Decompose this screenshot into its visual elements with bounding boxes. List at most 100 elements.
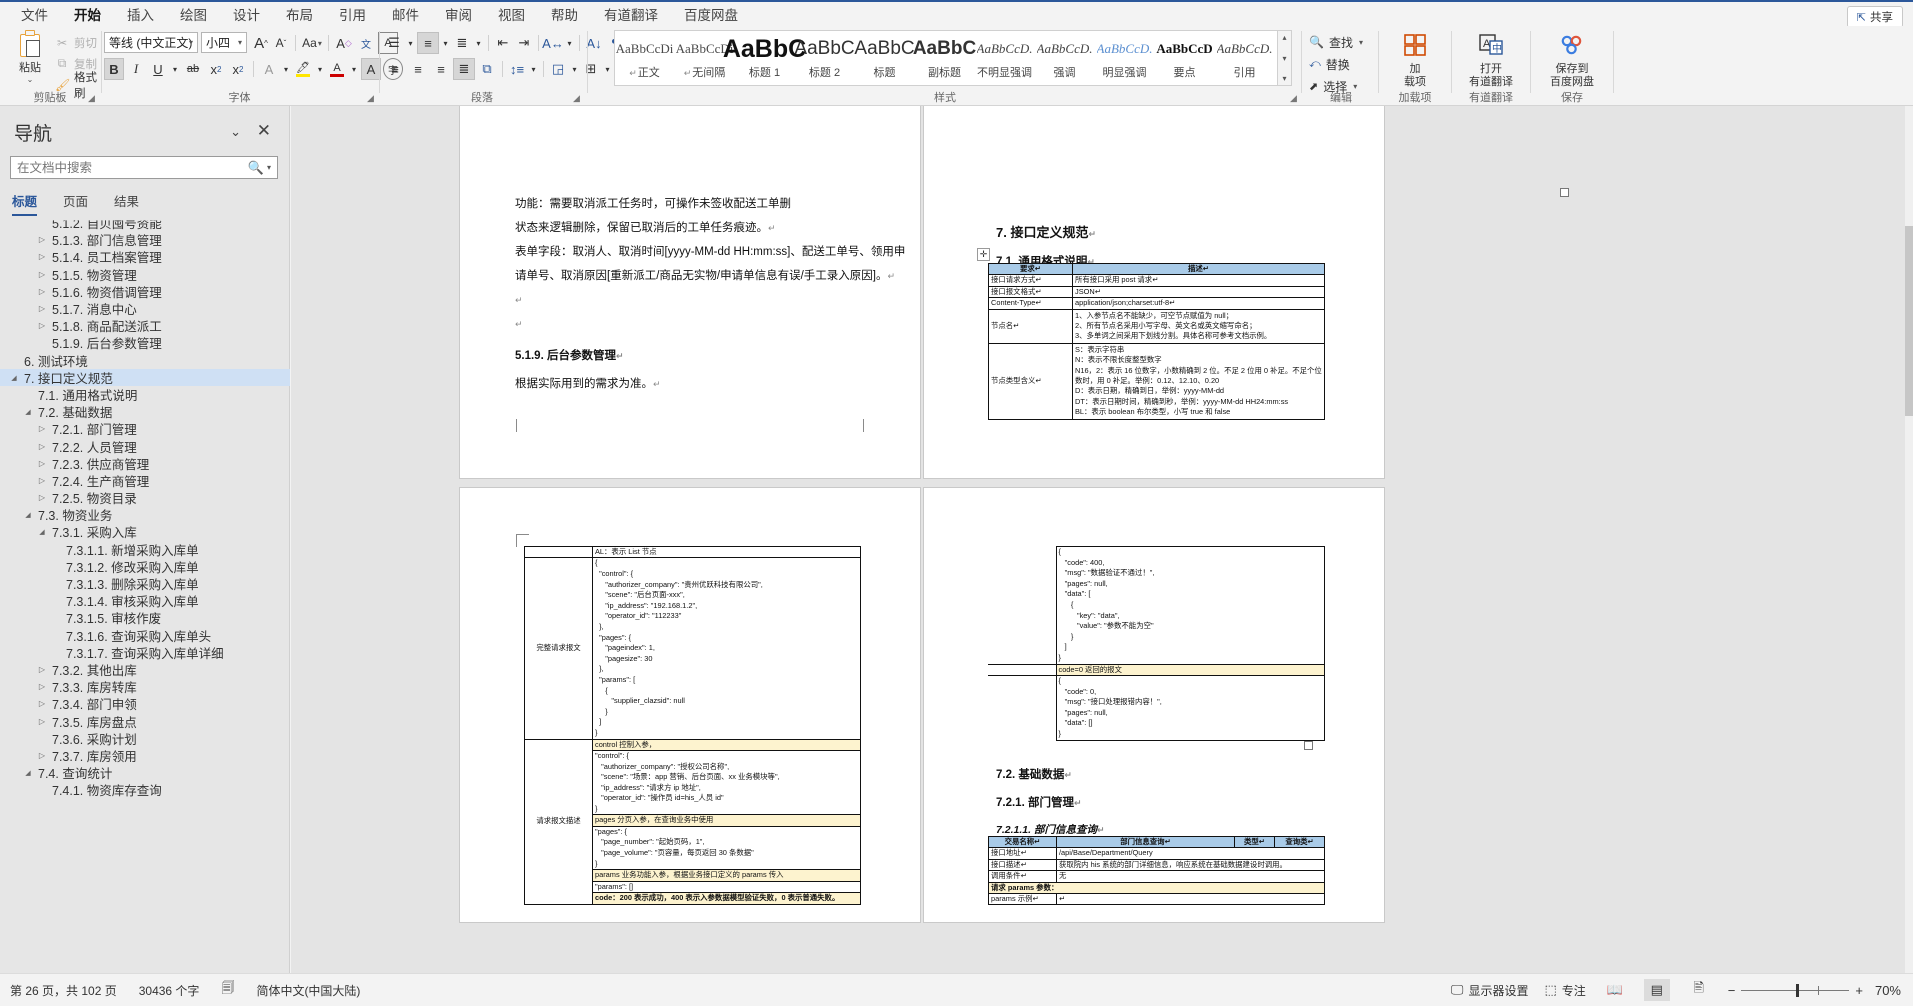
chevron-down-icon[interactable]: ▾: [267, 163, 277, 172]
font-name-box[interactable]: 等线 (中文正文) ▾: [104, 32, 198, 53]
chevron-down-icon[interactable]: ⌄: [230, 124, 241, 140]
table-row[interactable]: 接口地址↵/api/Base/Department/Query: [988, 847, 1325, 860]
chevron-down-icon[interactable]: ⌄: [8, 75, 52, 84]
scrollbar-thumb[interactable]: [1905, 226, 1913, 416]
italic-button[interactable]: I: [126, 58, 146, 80]
chevron-down-icon[interactable]: ▾: [569, 58, 580, 80]
shrink-font-button[interactable]: Aˇ: [272, 32, 290, 54]
underline-button[interactable]: U: [148, 58, 168, 80]
tab-insert[interactable]: 插入: [114, 1, 167, 28]
table-row[interactable]: { "code": 0, "msg": "接口处理报错内容！", "pages"…: [988, 674, 1325, 741]
print-layout-button[interactable]: ▤: [1643, 979, 1670, 1001]
nav-item-22[interactable]: 7.3.1.3. 删除采购入库单: [0, 575, 290, 592]
nav-item-15[interactable]: 7.2.3. 供应商管理: [0, 455, 290, 472]
zoom-level[interactable]: 70%: [1875, 983, 1901, 998]
nav-item-21[interactable]: 7.3.1.2. 修改采购入库单: [0, 558, 290, 575]
table-move-handle[interactable]: ✛: [977, 248, 990, 261]
nav-tab-headings[interactable]: 标题: [12, 191, 38, 216]
share-button[interactable]: ⇱ 共享: [1846, 6, 1903, 28]
paragraph-dialog-launcher[interactable]: ◢: [573, 93, 580, 104]
nav-item-31[interactable]: 7.3.6. 采购计划: [0, 730, 290, 747]
styles-more-icon[interactable]: ▾: [1282, 74, 1286, 83]
chevron-down-icon[interactable]: ▾: [564, 32, 575, 54]
table-row[interactable]: 调用条件↵ 无: [988, 870, 1325, 883]
language-indicator[interactable]: 简体中文(中国大陆): [256, 982, 360, 999]
document-page-bottom-left[interactable]: AL：表示 List 节点 完整请求报文 { "control": { "aut…: [460, 488, 920, 922]
nav-item-17[interactable]: 7.2.5. 物资目录: [0, 489, 290, 506]
styles-dialog-launcher[interactable]: ◢: [1290, 93, 1297, 104]
table-row[interactable]: 请求 params 参数：: [988, 881, 1325, 895]
nav-item-19[interactable]: 7.3.1. 采购入库: [0, 523, 290, 540]
search-input[interactable]: [11, 160, 245, 175]
tab-review[interactable]: 审阅: [432, 1, 485, 28]
chevron-down-icon[interactable]: ▾: [238, 38, 242, 47]
twisty-closed-icon[interactable]: [36, 321, 48, 330]
open-youdao-button[interactable]: A 中 打开 有道翻译: [1464, 30, 1518, 88]
word-count[interactable]: 30436 个字: [139, 982, 200, 999]
zoom-slider[interactable]: − + 70%: [1728, 983, 1901, 998]
table-row[interactable]: 接口请求方式↵ 所有接口采用 post 请求↵: [988, 274, 1325, 287]
twisty-closed-icon[interactable]: [36, 270, 48, 279]
shading-icon[interactable]: ◲: [548, 58, 568, 80]
find-button[interactable]: 🔍 查找 ▾: [1309, 31, 1363, 53]
style-item-7[interactable]: AaBbCcD. 不明显强调: [975, 31, 1035, 85]
twisty-closed-icon[interactable]: [36, 424, 48, 433]
highlight-color-icon[interactable]: 🖊: [293, 58, 313, 80]
table-row[interactable]: code=0 返回的报文: [988, 663, 1325, 676]
table-row[interactable]: params 示例↵ ↵: [988, 893, 1325, 906]
superscript-button[interactable]: x2: [228, 58, 248, 80]
general-format-table[interactable]: 要求↵ 描述↵ 接口请求方式↵ 所有接口采用 post 请求↵ 接口报文格式↵ JSON↵…: [988, 262, 1325, 420]
style-item-8[interactable]: AaBbCcD. 强调: [1035, 31, 1095, 85]
scroll-down-icon[interactable]: ▾: [1282, 54, 1286, 63]
style-item-11[interactable]: AaBbCcD. 引用: [1215, 31, 1275, 85]
twisty-closed-icon[interactable]: [36, 751, 48, 760]
zoom-in-button[interactable]: +: [1855, 983, 1863, 998]
style-item-10[interactable]: AaBbCcD 要点: [1155, 31, 1215, 85]
twisty-open-icon[interactable]: [22, 510, 34, 519]
table-row[interactable]: 节点名↵ 1、入参节点名不能缺少，可空节点赋值为 null； 2、所有节点名采用小…: [988, 308, 1325, 344]
twisty-closed-icon[interactable]: [36, 235, 48, 244]
bold-button[interactable]: B: [104, 58, 124, 80]
object-anchor-handle[interactable]: [1304, 741, 1313, 750]
search-icon[interactable]: 🔍: [245, 160, 267, 176]
chevron-down-icon[interactable]: ▾: [1359, 38, 1363, 47]
nav-item-11[interactable]: 7.1. 通用格式说明: [0, 386, 290, 403]
save-to-baidu-button[interactable]: 保存到 百度网盘: [1545, 30, 1599, 88]
nav-item-30[interactable]: 7.3.5. 库房盘点: [0, 712, 290, 730]
style-item-1[interactable]: AaBbCcDi ↵正文: [615, 31, 675, 85]
font-dialog-launcher[interactable]: ◢: [367, 93, 374, 104]
zoom-thumb[interactable]: [1796, 983, 1800, 997]
nav-item-2[interactable]: 5.1.3. 部门信息管理: [0, 231, 290, 248]
paste-button[interactable]: 粘贴 ⌄: [8, 30, 52, 84]
twisty-closed-icon[interactable]: [36, 252, 48, 261]
nav-item-33[interactable]: 7.4. 查询统计: [0, 764, 290, 781]
tab-references[interactable]: 引用: [326, 1, 379, 28]
table-row[interactable]: 接口描述↵ 获取院内 his 系统的部门详细信息，响应系统在基础数据建设时调用。: [988, 858, 1325, 872]
tab-view[interactable]: 视图: [485, 1, 538, 28]
twisty-closed-icon[interactable]: [36, 287, 48, 296]
document-page-bottom-right[interactable]: { "code": 400, "msg": "数据验证不通过！", "pages…: [924, 488, 1384, 922]
nav-item-24[interactable]: 7.3.1.5. 审核作废: [0, 609, 290, 626]
twisty-open-icon[interactable]: [36, 527, 48, 536]
style-item-6[interactable]: AaBbC 副标题: [913, 31, 976, 85]
chevron-down-icon[interactable]: ▾: [440, 32, 451, 54]
distribute-icon[interactable]: ⧉: [476, 58, 498, 80]
cut-button[interactable]: ✂ 剪切: [55, 32, 100, 53]
focus-mode-button[interactable]: ⬚ 专注: [1544, 982, 1585, 999]
page-indicator[interactable]: 第 26 页，共 102 页: [10, 982, 117, 999]
zoom-track[interactable]: [1741, 983, 1850, 997]
chevron-down-icon[interactable]: ▾: [189, 38, 193, 47]
table-row[interactable]: 完整请求报文 { "control": { "authorizer_compan…: [524, 557, 861, 740]
navigation-heading-tree[interactable]: 5.1.2. 自贝囤号资能 5.1.3. 部门信息管理 5.1.4. 员工档案管理 5…: [0, 214, 290, 971]
document-scrollbar[interactable]: [1905, 106, 1913, 973]
zoom-out-button[interactable]: −: [1728, 983, 1736, 998]
increase-indent-icon[interactable]: ⇥: [514, 32, 534, 54]
align-right-icon[interactable]: ≡: [430, 58, 452, 80]
proofing-icon[interactable]: 🗐: [221, 979, 234, 1001]
nav-item-20[interactable]: 7.3.1.1. 新增采购入库单: [0, 541, 290, 558]
strikethrough-button[interactable]: ab: [182, 58, 204, 80]
change-case-button[interactable]: Aa ▾: [301, 32, 323, 54]
nav-item-3[interactable]: 5.1.4. 员工档案管理: [0, 248, 290, 265]
styles-gallery[interactable]: AaBbCcDi ↵正文 AaBbCcDi ↵无间隔 AaBbC 标题 1 AaBbC 标题 …: [614, 30, 1292, 86]
styles-scroll-column[interactable]: ▴ ▾ ▾: [1277, 31, 1291, 85]
